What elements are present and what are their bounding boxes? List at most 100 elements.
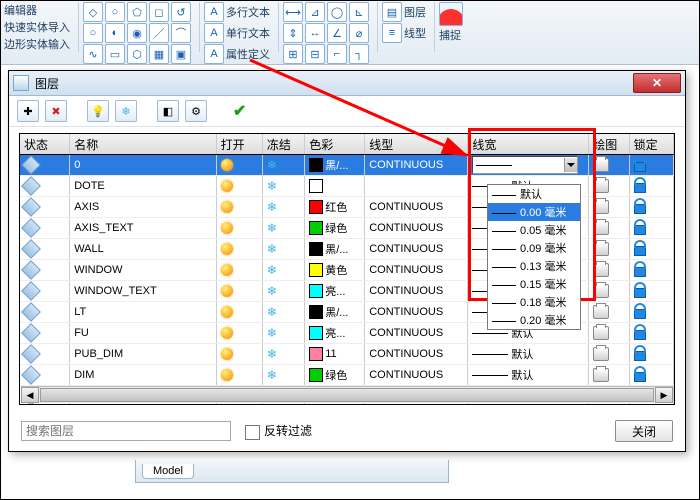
col-open[interactable]: 打开 [217, 134, 263, 154]
settings-button[interactable]: ⚙ [185, 100, 207, 122]
color-swatch[interactable] [309, 326, 323, 340]
layer-name[interactable]: WINDOW [70, 260, 216, 280]
linetype-icon[interactable]: ≡ [382, 23, 402, 43]
dim-icon[interactable]: ⌐ [327, 44, 347, 64]
dim-icon[interactable]: ⇕ [283, 23, 303, 43]
ribbon-label[interactable]: 线型 [404, 25, 426, 41]
lineweight-combo[interactable]: 0.00 毫米 [472, 156, 578, 174]
text-icon[interactable]: A [204, 2, 224, 22]
layer-name[interactable]: AXIS [70, 197, 216, 217]
col-freeze[interactable]: 冻结 [263, 134, 305, 154]
bulb-icon[interactable] [221, 369, 233, 381]
shape-icon[interactable]: ◉ [127, 23, 147, 43]
new-layer-button[interactable]: ✚ [17, 100, 39, 122]
bulb-icon[interactable] [221, 222, 233, 234]
bulb-icon[interactable] [221, 306, 233, 318]
printer-icon[interactable] [593, 368, 609, 382]
layer-name[interactable]: 0 [70, 155, 216, 175]
linetype-cell[interactable]: CONTINUOUS [365, 344, 468, 364]
col-state[interactable]: 状态 [20, 134, 70, 154]
shape-icon[interactable]: ○ [105, 2, 125, 22]
dim-icon[interactable]: ⊾ [349, 2, 369, 22]
lock-icon[interactable] [634, 284, 646, 298]
dropdown-option[interactable]: 0.18 毫米 [488, 293, 580, 311]
printer-icon[interactable] [593, 158, 609, 172]
shape-icon[interactable]: ▦ [149, 44, 169, 64]
color-swatch[interactable] [309, 158, 323, 172]
ribbon-label[interactable]: 单行文本 [226, 25, 270, 41]
tab-model[interactable]: Model [142, 464, 194, 479]
lock-icon[interactable] [634, 347, 646, 361]
printer-icon[interactable] [593, 200, 609, 214]
lock-icon[interactable] [634, 263, 646, 277]
apply-button[interactable]: ✔ [233, 101, 246, 121]
shape-icon[interactable]: ↺ [171, 2, 191, 22]
color-button[interactable]: ◧ [157, 100, 179, 122]
freeze-button[interactable]: ❄ [115, 100, 137, 122]
dropdown-option[interactable]: 0.13 毫米 [488, 257, 580, 275]
search-input[interactable] [21, 421, 231, 441]
bulb-icon[interactable] [221, 159, 233, 171]
shape-icon[interactable]: ◐ [105, 23, 125, 43]
freeze-icon[interactable]: ❄ [267, 368, 277, 382]
ribbon-label[interactable]: 图层 [404, 4, 426, 20]
layer-name[interactable]: DIM [70, 365, 216, 385]
bulb-icon[interactable] [221, 201, 233, 213]
col-name[interactable]: 名称 [70, 134, 216, 154]
layer-name[interactable]: WALL [70, 239, 216, 259]
layer-name[interactable]: AXIS_TEXT [70, 218, 216, 238]
delete-layer-button[interactable]: ✖ [45, 100, 67, 122]
dim-icon[interactable]: ⊟ [305, 44, 325, 64]
ribbon-label[interactable]: 属性定义 [226, 46, 270, 62]
color-swatch[interactable] [309, 263, 323, 277]
chevron-down-icon[interactable] [564, 158, 578, 172]
layer-icon[interactable]: ▤ [382, 2, 402, 22]
printer-icon[interactable] [593, 305, 609, 319]
col-color[interactable]: 色彩 [305, 134, 365, 154]
dim-icon[interactable]: ∠ [327, 23, 347, 43]
shape-icon[interactable]: ⬠ [127, 2, 147, 22]
bulb-icon[interactable] [221, 180, 233, 192]
linetype-cell[interactable]: CONTINUOUS [365, 197, 468, 217]
horizontal-scrollbar[interactable]: ◀ ▶ [21, 386, 673, 403]
color-swatch[interactable] [309, 242, 323, 256]
bulb-icon[interactable] [221, 348, 233, 360]
color-swatch[interactable] [309, 305, 323, 319]
dim-icon[interactable]: ↔ [305, 23, 325, 43]
invert-filter-checkbox[interactable]: 反转过滤 [245, 422, 312, 439]
col-linetype[interactable]: 线型 [365, 134, 468, 154]
freeze-icon[interactable]: ❄ [267, 242, 277, 256]
bulb-button[interactable]: 💡 [87, 100, 109, 122]
dim-icon[interactable]: ⊞ [283, 44, 303, 64]
layer-name[interactable]: LT [70, 302, 216, 322]
linetype-cell[interactable]: CONTINUOUS [365, 239, 468, 259]
freeze-icon[interactable]: ❄ [267, 200, 277, 214]
dim-icon[interactable]: ┐ [349, 44, 369, 64]
color-swatch[interactable] [309, 200, 323, 214]
close-icon[interactable]: ✕ [633, 73, 681, 93]
shape-icon[interactable]: ∿ [83, 44, 103, 64]
scroll-thumb[interactable] [40, 388, 654, 402]
lock-icon[interactable] [634, 326, 646, 340]
lock-icon[interactable] [634, 242, 646, 256]
lock-icon[interactable] [634, 221, 646, 235]
linetype-cell[interactable]: CONTINUOUS [365, 302, 468, 322]
freeze-icon[interactable]: ❄ [267, 263, 277, 277]
table-row[interactable]: DIM❄绿色CONTINUOUS默认 [20, 365, 674, 386]
dropdown-option[interactable]: 默认 [488, 185, 580, 203]
linetype-cell[interactable]: CONTINUOUS [365, 260, 468, 280]
bulb-icon[interactable] [221, 327, 233, 339]
lock-icon[interactable] [634, 305, 646, 319]
text-icon[interactable]: A [204, 44, 224, 64]
snap-icon[interactable] [439, 2, 463, 26]
linetype-cell[interactable]: CONTINUOUS [365, 218, 468, 238]
color-swatch[interactable] [309, 284, 323, 298]
freeze-icon[interactable]: ❄ [267, 179, 277, 193]
lock-icon[interactable] [634, 158, 646, 172]
ribbon-label[interactable]: 多行文本 [226, 4, 270, 20]
col-lineweight[interactable]: 线宽 [468, 134, 589, 154]
dropdown-option[interactable]: 0.15 毫米 [488, 275, 580, 293]
color-swatch[interactable] [309, 179, 323, 193]
layer-name[interactable]: DOTE [70, 176, 216, 196]
freeze-icon[interactable]: ❄ [267, 284, 277, 298]
